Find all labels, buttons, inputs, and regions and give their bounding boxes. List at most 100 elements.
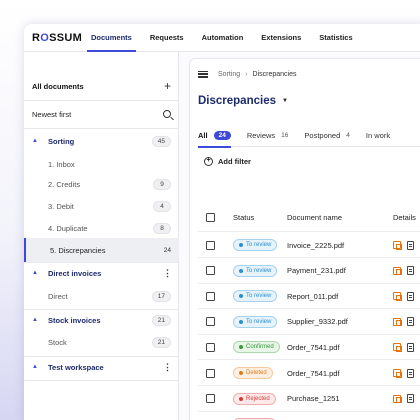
group-label: Sorting: [48, 136, 75, 146]
sidebar-item-label: Direct: [48, 291, 68, 301]
document-icon[interactable]: [407, 394, 414, 404]
document-name[interactable]: Invoice_2225.pdf: [287, 241, 344, 250]
document-icon[interactable]: [407, 368, 414, 378]
document-icon[interactable]: [407, 266, 414, 276]
page-title: Discrepancies: [198, 95, 276, 107]
row-checkbox[interactable]: [206, 240, 215, 250]
table-row[interactable]: To review Supplier_9332.pdf: [198, 310, 420, 335]
status-label: Deleted: [246, 370, 267, 376]
status-badge: Confirmed: [233, 341, 280, 354]
main-area: Sorting › Discrepancies Discrepancies ▼ A…: [179, 52, 420, 420]
select-all-checkbox[interactable]: [206, 213, 215, 222]
duplicate-icon[interactable]: [393, 343, 402, 352]
document-icon[interactable]: [407, 342, 414, 352]
row-checkbox[interactable]: [206, 368, 215, 378]
table-row[interactable]: To review Invoice_2225.pdf: [198, 233, 420, 258]
status-cell: To review: [233, 264, 278, 277]
table-row[interactable]: Rejected Purchase_1251: [198, 387, 420, 412]
count-badge: 21: [151, 314, 171, 326]
document-name[interactable]: Purchase_1251: [287, 394, 340, 403]
nav-tab-requests[interactable]: Requests: [141, 24, 193, 52]
queue-title[interactable]: Discrepancies ▼: [198, 95, 288, 107]
count-badge: 17: [151, 290, 171, 302]
sidebar-group-sorting[interactable]: ▲ Sorting 45: [24, 132, 179, 150]
status-label: To review: [246, 242, 272, 248]
search-icon[interactable]: [163, 110, 171, 118]
document-name[interactable]: Report_011.pdf: [287, 292, 338, 301]
divider: [24, 356, 179, 357]
document-icon[interactable]: [407, 240, 414, 250]
status-cell: Deleted: [233, 367, 273, 379]
add-filter-button[interactable]: + Add filter: [204, 157, 251, 166]
add-filter-label: Add filter: [218, 157, 251, 166]
rossum-logo[interactable]: ROSSUM: [32, 32, 82, 44]
add-queue-icon[interactable]: +: [164, 79, 171, 93]
table-row[interactable]: Deleted Order_7541.pdf: [198, 361, 420, 386]
tab-in-work[interactable]: In work: [366, 125, 390, 147]
status-badge: To review: [233, 264, 278, 277]
sidebar-item-debit[interactable]: 3. Debit 4: [24, 196, 179, 216]
group-label: Test workspace: [48, 362, 104, 372]
divider: [24, 380, 179, 381]
table-row[interactable]: To review Payment_231.pdf: [198, 259, 420, 284]
breadcrumb-item[interactable]: Sorting: [218, 71, 240, 78]
sidebar-item-duplicate[interactable]: 4. Duplicate 8: [24, 218, 179, 238]
row-checkbox[interactable]: [206, 394, 215, 404]
sort-row[interactable]: Newest first: [24, 104, 179, 124]
caret-down-icon: ▼: [282, 97, 288, 104]
duplicate-icon[interactable]: [393, 317, 402, 327]
sidebar-item-stock[interactable]: Stock 21: [24, 332, 179, 352]
duplicate-icon[interactable]: [393, 241, 402, 250]
document-name[interactable]: Order_7541.pdf: [287, 343, 340, 352]
table-row[interactable]: Confirmed Order_7541.pdf: [198, 335, 420, 361]
duplicate-icon[interactable]: [393, 369, 402, 378]
row-checkbox[interactable]: [206, 266, 215, 276]
tab-bar: All 24 Reviews 16 Postponed 4 In work: [198, 125, 420, 148]
caret-up-icon: ▲: [32, 317, 38, 323]
sidebar-item-direct[interactable]: Direct 17: [24, 286, 179, 306]
status-dot: [239, 268, 243, 273]
duplicate-icon[interactable]: [393, 292, 402, 301]
document-name[interactable]: Supplier_9332.pdf: [287, 317, 348, 326]
document-name[interactable]: Payment_231.pdf: [287, 266, 346, 275]
sidebar-item-credits[interactable]: 2. Credits 9: [24, 174, 179, 194]
status-dot: [239, 294, 243, 299]
count-label: 24: [163, 246, 171, 254]
column-header-details[interactable]: Details: [393, 213, 416, 222]
add-circle-icon: +: [204, 157, 213, 166]
duplicate-icon[interactable]: [393, 394, 402, 404]
nav-tab-automation[interactable]: Automation: [193, 24, 253, 52]
table-row[interactable]: To review Report_011.pdf: [198, 284, 420, 310]
status-badge: To review: [233, 290, 278, 303]
document-icon[interactable]: [407, 317, 414, 327]
column-header-status[interactable]: Status: [233, 213, 254, 222]
document-icon[interactable]: [407, 291, 414, 301]
tab-label: Reviews: [246, 131, 276, 140]
row-checkbox[interactable]: [206, 291, 215, 301]
tab-reviews[interactable]: Reviews 16: [247, 125, 289, 147]
status-badge: To review: [233, 315, 278, 328]
tab-postponed[interactable]: Postponed 4: [304, 125, 350, 147]
details-cell: [393, 368, 414, 378]
tab-all[interactable]: All 24: [198, 125, 231, 148]
sidebar-group-direct-invoices[interactable]: ▲ Direct invoices ⋮: [24, 264, 179, 282]
duplicate-icon[interactable]: [393, 266, 402, 276]
row-checkbox[interactable]: [206, 342, 215, 352]
sidebar-item-inbox[interactable]: 1. Inbox: [24, 154, 179, 174]
nav-tab-documents[interactable]: Documents: [82, 24, 141, 52]
row-checkbox[interactable]: [206, 317, 215, 327]
table-row[interactable]: RejectedTax_document.pdf: [198, 412, 420, 420]
nav-tab-extensions[interactable]: Extensions: [252, 24, 310, 52]
menu-icon[interactable]: [198, 69, 208, 79]
sidebar: All documents + Newest first ▲ Sorting 4…: [24, 52, 179, 420]
sidebar-group-stock-invoices[interactable]: ▲ Stock invoices 21: [24, 311, 179, 329]
sidebar-item-discrepancies[interactable]: 5. Discrepancies 24: [24, 238, 179, 262]
sidebar-group-test-workspace[interactable]: ▲ Test workspace ⋮: [24, 358, 179, 376]
more-menu-icon[interactable]: ⋮: [163, 268, 172, 279]
nav-tab-statistics[interactable]: Statistics: [310, 24, 361, 52]
column-header-document[interactable]: Document name: [287, 213, 342, 222]
details-cell: [393, 266, 414, 276]
sidebar-header: All documents +: [24, 76, 179, 96]
more-menu-icon[interactable]: ⋮: [163, 362, 172, 373]
document-name[interactable]: Order_7541.pdf: [287, 369, 340, 378]
